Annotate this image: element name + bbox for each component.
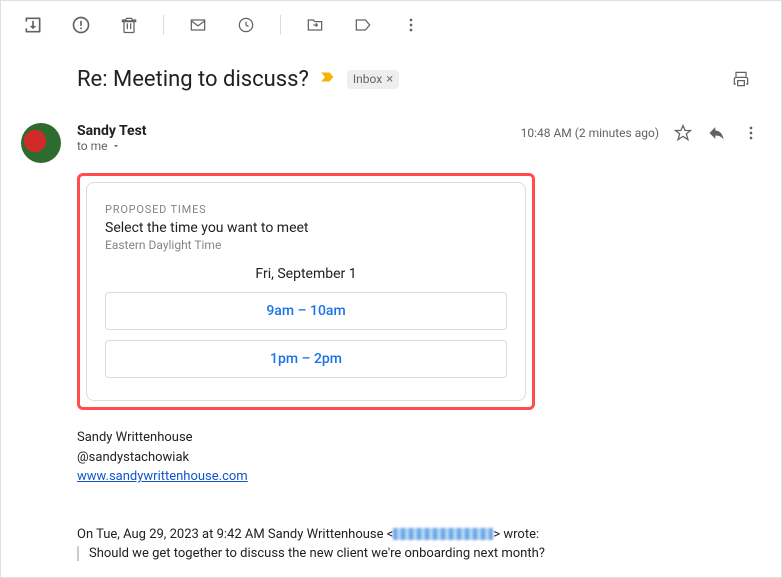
inbox-label-chip[interactable]: Inbox × bbox=[347, 70, 399, 89]
delete-button[interactable] bbox=[109, 5, 149, 45]
toolbar-separator bbox=[280, 15, 281, 35]
quoted-body: Should we get together to discuss the ne… bbox=[77, 546, 761, 561]
reply-icon[interactable] bbox=[707, 123, 727, 143]
labels-button[interactable] bbox=[343, 5, 383, 45]
signature-handle: @sandystachowiak bbox=[77, 448, 761, 468]
archive-button[interactable] bbox=[13, 5, 53, 45]
quoted-attribution: On Tue, Aug 29, 2023 at 9:42 AM Sandy Wr… bbox=[77, 527, 761, 542]
proposed-times-highlight: PROPOSED TIMES Select the time you want … bbox=[77, 173, 535, 410]
sender-avatar[interactable] bbox=[21, 123, 61, 163]
mark-unread-button[interactable] bbox=[178, 5, 218, 45]
email-timestamp: 10:48 AM (2 minutes ago) bbox=[521, 126, 659, 140]
signature-link[interactable]: www.sandywrittenhouse.com bbox=[77, 469, 248, 484]
proposed-times-timezone: Eastern Daylight Time bbox=[105, 238, 507, 252]
signature: Sandy Writtenhouse @sandystachowiak www.… bbox=[77, 428, 761, 487]
expand-recipients-icon[interactable] bbox=[111, 141, 121, 151]
proposed-times-date: Fri, September 1 bbox=[105, 266, 507, 282]
more-button[interactable] bbox=[391, 5, 431, 45]
recipient-line[interactable]: to me bbox=[77, 139, 521, 153]
star-icon[interactable] bbox=[673, 123, 693, 143]
signature-name: Sandy Writtenhouse bbox=[77, 428, 761, 448]
toolbar-separator bbox=[163, 15, 164, 35]
email-subject: Re: Meeting to discuss? bbox=[77, 67, 309, 92]
print-button[interactable] bbox=[721, 59, 761, 99]
subject-row: Re: Meeting to discuss? Inbox × bbox=[21, 59, 761, 99]
inbox-label-text: Inbox bbox=[353, 72, 382, 86]
more-options-icon[interactable] bbox=[741, 123, 761, 143]
proposed-times-card: PROPOSED TIMES Select the time you want … bbox=[86, 182, 526, 401]
move-to-button[interactable] bbox=[295, 5, 335, 45]
toolbar bbox=[1, 1, 781, 49]
remove-label-icon[interactable]: × bbox=[386, 72, 393, 87]
proposed-times-heading: PROPOSED TIMES bbox=[105, 203, 507, 216]
time-slot-button[interactable]: 9am – 10am bbox=[105, 292, 507, 330]
sender-name[interactable]: Sandy Test bbox=[77, 123, 521, 139]
spam-button[interactable] bbox=[61, 5, 101, 45]
redacted-email bbox=[393, 528, 493, 540]
snooze-button[interactable] bbox=[226, 5, 266, 45]
importance-marker-icon[interactable] bbox=[319, 68, 337, 90]
proposed-times-prompt: Select the time you want to meet bbox=[105, 220, 507, 236]
time-slot-button[interactable]: 1pm – 2pm bbox=[105, 340, 507, 378]
